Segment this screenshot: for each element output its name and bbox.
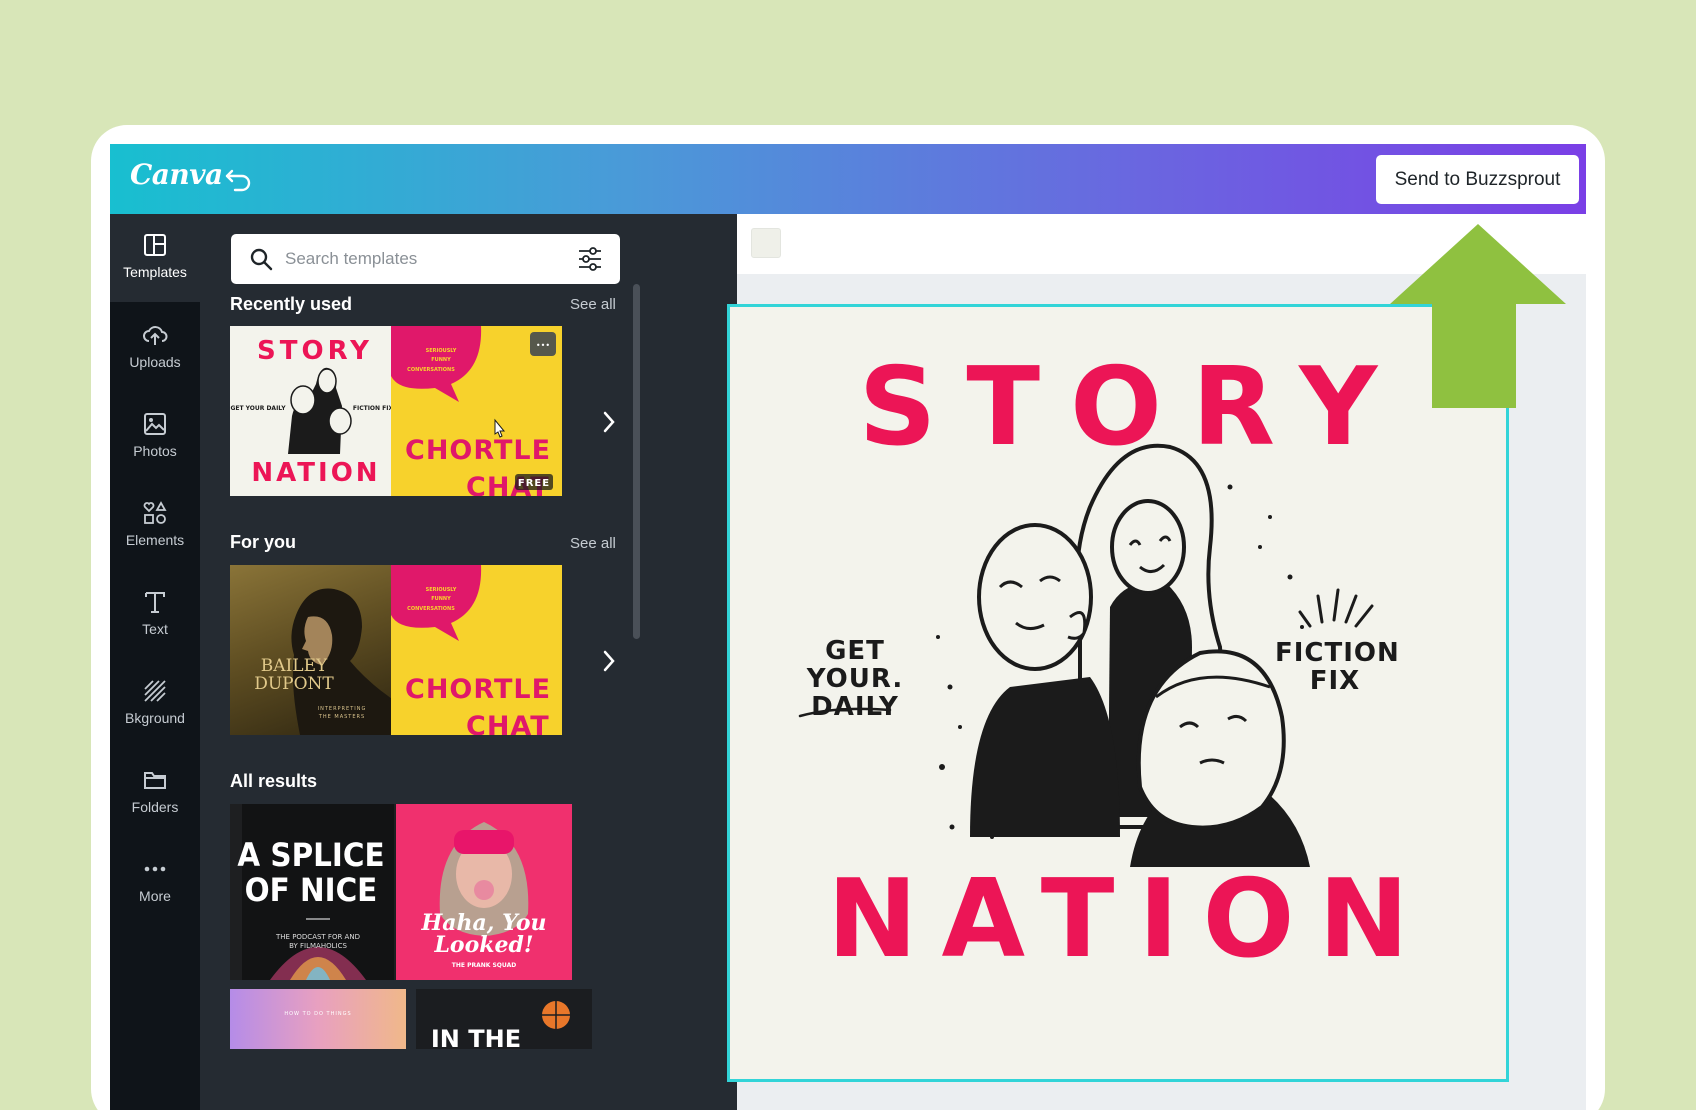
rail-label: Photos xyxy=(133,443,177,459)
search-input[interactable] xyxy=(285,244,555,274)
rail-item-text[interactable]: Text xyxy=(110,571,200,659)
color-swatch[interactable] xyxy=(751,228,781,258)
thumb-text: STORY xyxy=(257,336,373,366)
search-box xyxy=(231,234,620,284)
thumb-text: FICTION FIX xyxy=(353,405,394,412)
template-thumb-how-to-do-things[interactable]: HOW TO DO THINGS xyxy=(230,989,406,1049)
template-thumb-chortle-chat[interactable]: SERIOUSLY FUNNY CONVERSATIONS CHORTLE CH… xyxy=(391,326,562,496)
chevron-right-icon[interactable] xyxy=(599,407,619,437)
thumb-text: CONVERSATIONS xyxy=(407,367,455,373)
see-all-for-you-link[interactable]: See all xyxy=(570,535,616,552)
splice-of-nice-thumb-art: A SPLICE OF NICE THE PODCAST FOR AND BY … xyxy=(230,804,406,980)
rail-label: Bkground xyxy=(125,710,185,726)
in-the-thumb-art: IN THE xyxy=(431,1001,570,1049)
section-title-for-you: For you xyxy=(230,532,296,552)
rail-label: Text xyxy=(142,621,168,637)
thumb-text: CONVERSATIONS xyxy=(407,606,455,612)
thumb-text: HOW TO DO THINGS xyxy=(284,1011,351,1017)
thumb-text: CHORTLE xyxy=(405,435,551,466)
panel-scrollbar[interactable] xyxy=(633,284,640,639)
upload-cloud-icon xyxy=(143,326,168,345)
thumb-text: CHAT xyxy=(466,711,550,735)
template-thumb-chortle-chat-2[interactable]: SERIOUSLY FUNNY CONVERSATIONS CHORTLE CH… xyxy=(391,565,562,735)
rail-label: Folders xyxy=(131,799,179,815)
rail-label: More xyxy=(139,888,171,904)
side-rail: Templates Uploads Photos Elements Text B… xyxy=(110,214,200,1110)
thumb-text: THE PRANK SQUAD xyxy=(452,962,516,969)
see-all-recent-link[interactable]: See all xyxy=(570,296,616,313)
thumb-text: SERIOUSLY xyxy=(426,587,457,593)
podcast-hosts-illustration xyxy=(936,443,1310,867)
chortle-chat-thumb-art: SERIOUSLY FUNNY CONVERSATIONS CHORTLE CH… xyxy=(391,326,556,496)
search-icon xyxy=(250,248,273,271)
thumb-text: FUNNY xyxy=(431,357,451,363)
how-to-thumb-art: HOW TO DO THINGS xyxy=(284,1011,351,1017)
chevron-right-icon[interactable] xyxy=(599,646,619,676)
rail-item-templates[interactable]: Templates xyxy=(110,214,200,302)
template-thumb-haha-you-looked[interactable]: Haha, You Looked! THE PRANK SQUAD xyxy=(396,804,572,980)
haha-you-looked-thumb-art: Haha, You Looked! THE PRANK SQUAD xyxy=(420,822,547,969)
design-title-bottom: NATION xyxy=(827,857,1433,982)
thumb-text: IN THE xyxy=(431,1025,521,1049)
thumb-text: THE MASTERS xyxy=(318,714,365,720)
rail-label: Uploads xyxy=(129,354,181,370)
section-title-recently-used: Recently used xyxy=(230,294,353,314)
thumb-text: DUPONT xyxy=(254,674,334,694)
underline-scribble xyxy=(798,707,892,718)
thumb-text: CHORTLE xyxy=(405,674,551,705)
rail-item-photos[interactable]: Photos xyxy=(110,393,200,481)
thumb-text: INTERPRETING xyxy=(318,706,367,712)
template-thumb-bailey-dupont[interactable]: BAILEY DUPONT INTERPRETING THE MASTERS xyxy=(230,565,401,735)
undo-icon[interactable] xyxy=(222,162,256,196)
thumb-text: FUNNY xyxy=(431,596,451,602)
thumb-text: BAILEY xyxy=(261,656,328,676)
shapes-icon xyxy=(143,501,167,524)
thumb-text: SERIOUSLY xyxy=(426,348,457,354)
send-to-buzzsprout-button[interactable]: Send to Buzzsprout xyxy=(1376,155,1579,204)
rail-item-elements[interactable]: Elements xyxy=(110,482,200,570)
background-icon xyxy=(144,680,166,702)
design-left-text-line1: GET YOUR. xyxy=(806,636,904,694)
top-bar: Canva Send to Buzzsprout xyxy=(110,144,1586,214)
free-badge: FREE xyxy=(518,478,550,489)
thumb-text: NATION xyxy=(251,458,380,488)
template-thumb-story-nation[interactable]: STORY NATION GET YOUR DAILY FICTION FIX xyxy=(230,326,401,496)
template-thumb-splice-of-nice[interactable]: A SPLICE OF NICE THE PODCAST FOR AND BY … xyxy=(230,804,406,980)
rail-item-background[interactable]: Bkground xyxy=(110,660,200,748)
rail-item-more[interactable]: More xyxy=(110,838,200,926)
templates-icon xyxy=(144,234,166,256)
bailey-dupont-thumb-art: BAILEY DUPONT INTERPRETING THE MASTERS xyxy=(254,588,401,735)
text-icon xyxy=(145,592,165,613)
photo-icon xyxy=(144,413,166,435)
design-canvas[interactable]: STORY NATION GET YOUR. DAILY FICTION FIX xyxy=(727,304,1509,1082)
template-thumb-in-the[interactable]: IN THE xyxy=(416,989,592,1049)
chortle-chat-thumb-art: SERIOUSLY FUNNY CONVERSATIONS CHORTLE CH… xyxy=(391,565,551,735)
green-up-arrow-icon xyxy=(1390,224,1566,408)
more-icon xyxy=(144,866,166,872)
section-title-all-results: All results xyxy=(230,771,318,791)
canva-editor: Canva Send to Buzzsprout Templates Uploa… xyxy=(110,144,1586,1110)
folder-icon xyxy=(144,772,166,789)
rail-item-folders[interactable]: Folders xyxy=(110,749,200,837)
thumb-text: THE PODCAST FOR AND xyxy=(275,933,360,941)
thumb-text: A SPLICE xyxy=(237,837,384,874)
thumb-text: Looked! xyxy=(433,932,533,958)
rail-item-uploads[interactable]: Uploads xyxy=(110,304,200,392)
canva-logo[interactable]: Canva xyxy=(130,158,223,191)
rail-label: Templates xyxy=(123,264,187,280)
thumb-text: GET YOUR DAILY xyxy=(230,405,286,412)
story-nation-thumb-art: STORY NATION GET YOUR DAILY FICTION FIX xyxy=(230,336,394,488)
thumb-text: OF NICE xyxy=(245,872,378,909)
thumb-text: BY FILMAHOLICS xyxy=(289,942,347,950)
rail-label: Elements xyxy=(125,532,185,548)
filter-icon[interactable] xyxy=(577,246,603,272)
more-options-icon[interactable]: ••• xyxy=(536,341,550,350)
